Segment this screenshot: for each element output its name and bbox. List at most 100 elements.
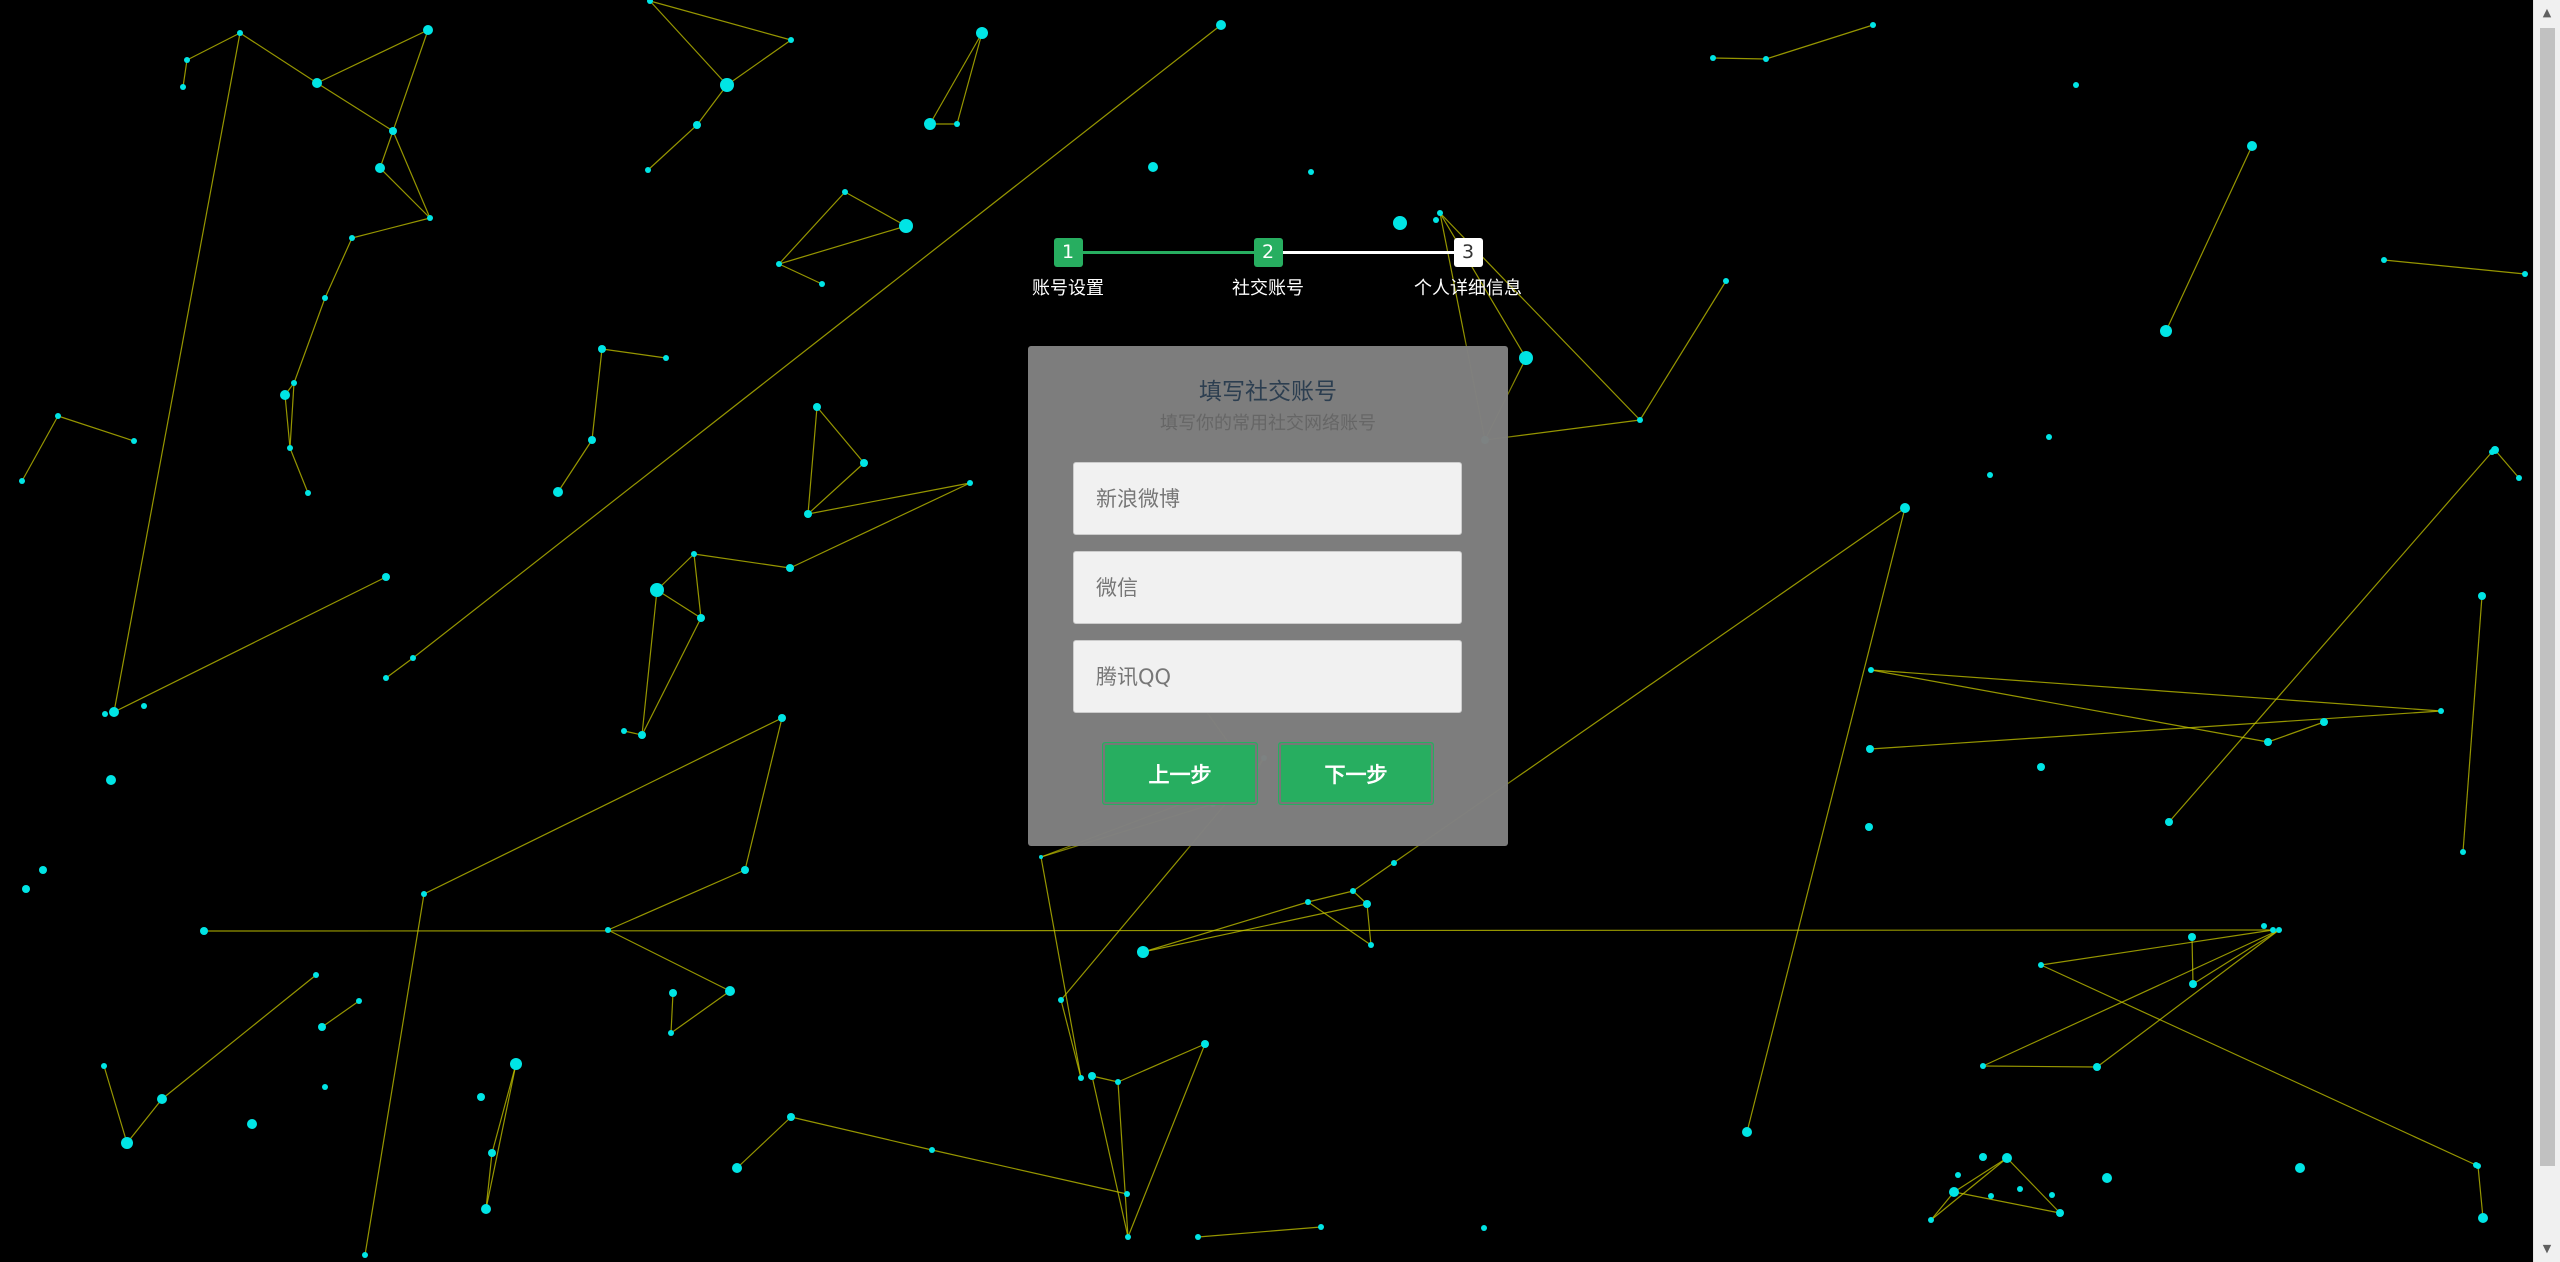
particle-dot <box>1115 1079 1121 1085</box>
particle-dot <box>313 972 319 978</box>
particle-dot <box>2261 923 2267 929</box>
particle-dot <box>1216 20 1226 30</box>
progress-step-social-accounts: 2 社交账号 <box>1188 238 1348 300</box>
progress-connector-pending <box>1268 251 1468 254</box>
particle-dot <box>55 413 61 419</box>
particle-link <box>956 32 983 125</box>
particle-link <box>641 617 702 736</box>
particle-dot <box>663 355 669 361</box>
particle-link <box>1484 419 1641 441</box>
particle-link <box>736 1116 792 1169</box>
particle-dot <box>101 1063 107 1069</box>
vertical-scrollbar[interactable]: ▲ ▼ <box>2533 0 2560 1262</box>
particle-dot <box>2478 592 2486 600</box>
particle-link <box>557 439 593 493</box>
particle-dot <box>1637 417 1643 423</box>
particle-dot <box>2381 257 2387 263</box>
particle-dot <box>2102 1173 2112 1183</box>
particle-dot <box>383 675 389 681</box>
particle-dot <box>2189 980 2197 988</box>
particle-link <box>2477 1165 2484 1219</box>
particle-link <box>778 225 907 265</box>
particle-dot <box>280 390 290 400</box>
particle-dot <box>305 490 311 496</box>
particle-dot <box>1393 216 1407 230</box>
particle-dot <box>421 891 427 897</box>
particle-dot <box>2093 1063 2101 1071</box>
particle-dot <box>2478 1213 2488 1223</box>
particle-dot <box>1742 1127 1752 1137</box>
particle-link <box>1869 710 2442 750</box>
particle-dot <box>1137 946 1149 958</box>
particle-dot <box>553 487 563 497</box>
particle-dot <box>427 215 433 221</box>
particle-link <box>789 482 971 569</box>
particle-dot <box>1900 503 1910 513</box>
particle-dot <box>2038 962 2044 968</box>
particle-link <box>491 1063 517 1154</box>
particle-dot <box>1763 56 1769 62</box>
particle-dot <box>1124 1191 1130 1197</box>
step-number: 1 <box>1053 238 1083 267</box>
particle-dot <box>1363 900 1371 908</box>
particle-dot <box>1305 899 1311 905</box>
particle-dot <box>1125 1234 1131 1240</box>
particle-link <box>744 717 783 871</box>
particle-link <box>2191 936 2194 985</box>
particle-dot <box>1195 1234 1201 1240</box>
next-step-button[interactable]: 下一步 <box>1281 745 1431 802</box>
scrollbar-thumb[interactable] <box>2540 28 2555 1166</box>
particle-dot <box>318 1023 326 1031</box>
particle-dot <box>157 1094 167 1104</box>
particle-dot <box>1955 1172 1961 1178</box>
particle-link <box>2040 964 2477 1166</box>
particle-dot <box>638 731 646 739</box>
particle-dot <box>669 989 677 997</box>
particle-dot <box>2017 1186 2023 1192</box>
particle-dot <box>287 445 293 451</box>
triangle-down-icon[interactable]: ▼ <box>2534 1236 2560 1262</box>
particle-link <box>670 992 674 1034</box>
previous-step-button[interactable]: 上一步 <box>1105 745 1255 802</box>
particle-dot <box>1201 1040 1209 1048</box>
particle-dot <box>1433 217 1439 223</box>
step-label: 个人详细信息 <box>1414 278 1522 299</box>
particle-dot <box>697 614 705 622</box>
particle-link <box>844 191 907 227</box>
particle-dot <box>668 1030 674 1036</box>
wechat-input[interactable] <box>1073 551 1462 624</box>
particle-link <box>289 447 309 494</box>
weibo-input[interactable] <box>1073 462 1462 535</box>
particle-link <box>392 29 429 132</box>
qq-input[interactable] <box>1073 640 1462 713</box>
particle-dot <box>929 1147 935 1153</box>
particle-link <box>591 348 603 441</box>
particle-dot <box>899 219 913 233</box>
particle-dot <box>1870 22 1876 28</box>
particle-link <box>1870 669 2269 743</box>
particle-dot <box>2165 818 2173 826</box>
particle-dot <box>778 714 786 722</box>
progress-step-personal-details: 3 个人详细信息 <box>1388 238 1548 300</box>
particle-dot <box>954 121 960 127</box>
particle-link <box>379 130 394 169</box>
particle-dot <box>237 30 243 36</box>
particle-dot <box>1318 1224 1324 1230</box>
particle-link <box>807 406 818 515</box>
step-number: 2 <box>1253 238 1283 267</box>
particle-link <box>656 553 695 591</box>
particle-link <box>324 237 353 299</box>
triangle-up-icon[interactable]: ▲ <box>2534 0 2560 26</box>
particle-dot <box>621 728 627 734</box>
particle-link <box>2168 451 2493 823</box>
particle-link <box>2006 1157 2061 1214</box>
particle-link <box>778 191 846 265</box>
page-stage: 1 账号设置 2 社交账号 3 个人详细信息 填写社交账号 填写你的常用社交网络… <box>0 0 2560 1262</box>
particle-link <box>289 382 295 449</box>
particle-dot <box>2522 271 2528 277</box>
particle-link <box>807 462 865 515</box>
particle-link <box>103 1065 128 1144</box>
particle-link <box>293 297 326 384</box>
particle-link <box>284 394 291 449</box>
particle-dot <box>1723 278 1729 284</box>
